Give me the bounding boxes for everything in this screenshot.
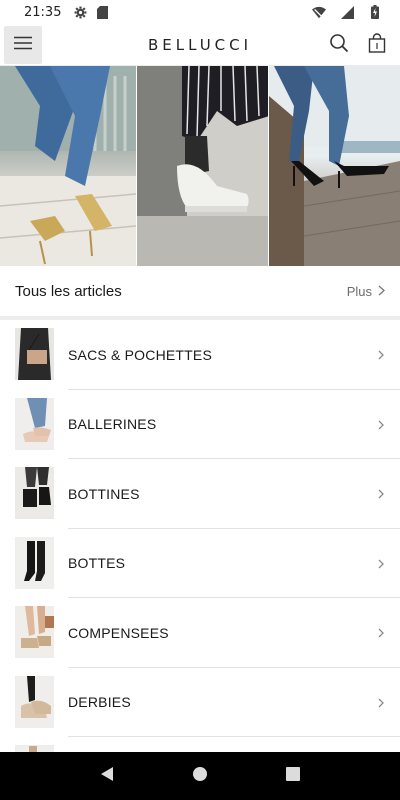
striped-trousers-sneakers-photo[interactable] bbox=[136, 66, 269, 266]
gold-heels-photo[interactable] bbox=[0, 66, 136, 266]
wifi-icon bbox=[312, 5, 326, 19]
chevron-right-icon bbox=[376, 696, 386, 710]
hero-banner[interactable] bbox=[0, 66, 400, 266]
chevron-right-icon bbox=[376, 626, 386, 640]
sd-card-icon bbox=[95, 5, 109, 19]
menu-icon bbox=[13, 36, 33, 55]
search-icon bbox=[329, 33, 349, 58]
boot-thumbnail bbox=[15, 536, 54, 589]
bag-thumbnail bbox=[15, 328, 54, 380]
category-item-derbies[interactable]: DERBIES bbox=[0, 668, 400, 737]
menu-button[interactable] bbox=[4, 26, 42, 64]
signal-icon bbox=[340, 5, 354, 19]
all-articles-header[interactable]: Tous les articles Plus bbox=[0, 266, 400, 316]
category-label: COMPENSEES bbox=[68, 624, 169, 641]
ballerina-thumbnail bbox=[15, 397, 54, 450]
category-label: BOTTINES bbox=[68, 485, 140, 502]
system-nav-bar bbox=[0, 752, 400, 800]
search-button[interactable] bbox=[326, 31, 352, 59]
recents-button[interactable] bbox=[273, 756, 313, 796]
category-item-bottes[interactable]: BOTTES bbox=[0, 529, 400, 598]
cart-button[interactable] bbox=[364, 31, 390, 59]
status-bar: 21:35 bbox=[0, 0, 400, 24]
black-heels-photo[interactable] bbox=[269, 66, 400, 266]
category-label: SACS & POCHETTES bbox=[68, 346, 213, 363]
category-label: DERBIES bbox=[68, 694, 131, 711]
section-title: Tous les articles bbox=[15, 282, 122, 300]
category-item-bottines[interactable]: BOTTINES bbox=[0, 459, 400, 529]
status-time: 21:35 bbox=[24, 4, 62, 20]
recents-icon bbox=[286, 766, 301, 786]
chevron-right-icon bbox=[376, 487, 386, 501]
wedge-thumbnail bbox=[15, 606, 54, 658]
app-bar: BELLUCCI bbox=[0, 24, 400, 66]
category-label: BALLERINES bbox=[68, 416, 157, 433]
back-button[interactable] bbox=[87, 756, 127, 796]
more-label: Plus bbox=[346, 283, 372, 299]
chevron-right-icon bbox=[378, 284, 385, 299]
home-button[interactable] bbox=[180, 756, 220, 796]
chevron-right-icon bbox=[376, 348, 386, 362]
battery-icon bbox=[368, 5, 382, 19]
category-item-sacs-pochettes[interactable]: SACS & POCHETTES bbox=[0, 320, 400, 390]
gear-icon bbox=[73, 5, 87, 19]
category-item-ballerines[interactable]: BALLERINES bbox=[0, 390, 400, 459]
derby-thumbnail bbox=[15, 675, 54, 728]
ankle-boot-thumbnail bbox=[15, 467, 54, 519]
more-link[interactable]: Plus bbox=[347, 284, 385, 299]
category-item-compensees[interactable]: COMPENSEES bbox=[0, 598, 400, 668]
category-label: BOTTES bbox=[68, 555, 126, 572]
category-list: SACS & POCHETTES BALLERINES BOTTINES BOT… bbox=[0, 320, 400, 757]
chevron-right-icon bbox=[376, 557, 386, 571]
bag-icon bbox=[368, 32, 386, 58]
back-icon bbox=[100, 766, 114, 787]
home-icon bbox=[192, 766, 208, 787]
chevron-right-icon bbox=[376, 418, 386, 432]
